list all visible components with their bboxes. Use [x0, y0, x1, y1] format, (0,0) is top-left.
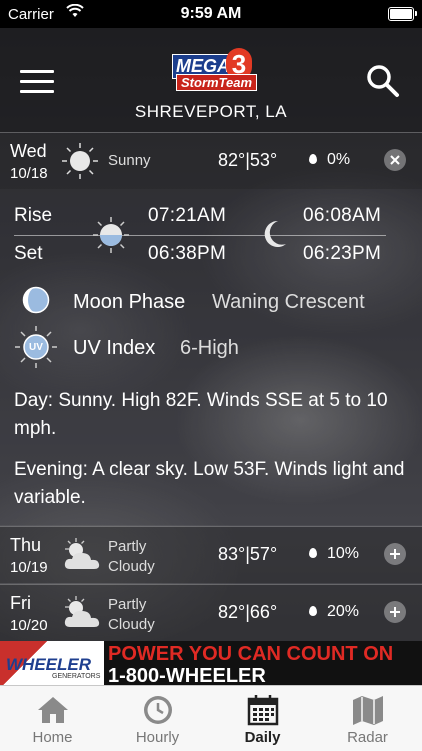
- partly-cloudy-icon: [60, 593, 100, 633]
- status-time: 9:59 AM: [180, 5, 242, 22]
- daily-row-fri[interactable]: Fri 10/20 Partly Cloudy 82°|66° 20%: [0, 584, 422, 641]
- moon-phase-label: Moon Phase: [73, 291, 186, 313]
- high-temp: 82°: [218, 150, 246, 170]
- condition-text: Sunny: [108, 152, 151, 169]
- high-temp: 83°: [218, 544, 246, 564]
- tab-label: Radar: [347, 729, 388, 746]
- day-name: Wed: [10, 141, 47, 161]
- station-logo: MEGA 3 StormTeam: [172, 48, 258, 96]
- precip-value: 20%: [327, 603, 360, 620]
- moon-icon: [262, 219, 288, 254]
- temperature-range: 82°|53°: [218, 150, 277, 171]
- partly-cloudy-icon: [60, 535, 100, 575]
- daily-row-wed[interactable]: Wed 10/18 Sunny 82°|53° 0%: [0, 132, 422, 189]
- ad-headline: POWER YOU CAN COUNT ON: [108, 643, 394, 665]
- low-temp: 66°: [249, 602, 278, 622]
- hamburger-icon-bar: [20, 90, 54, 93]
- home-icon: [36, 694, 70, 726]
- low-temp: 57°: [249, 544, 278, 564]
- hamburger-icon-bar: [20, 80, 54, 83]
- precip-chance: 0%: [309, 151, 350, 169]
- condition-line-2: Cloudy: [108, 558, 155, 575]
- hamburger-icon-bar: [20, 70, 54, 73]
- app-header: MEGA 3 StormTeam SHREVEPORT, LA: [0, 28, 422, 132]
- expand-button[interactable]: [384, 543, 406, 565]
- search-icon: [367, 65, 399, 97]
- tab-label: Home: [32, 729, 73, 746]
- tab-label: Daily: [244, 729, 281, 746]
- day-name: Thu: [10, 535, 42, 555]
- day-name: Fri: [10, 593, 31, 613]
- low-temp: 53°: [249, 150, 278, 170]
- status-bar: Carrier 9:59 AM: [0, 0, 422, 28]
- sunrise-time: 07:21AM: [148, 205, 227, 226]
- precip-value: 10%: [327, 545, 360, 562]
- condition-line-2: Cloudy: [108, 616, 155, 633]
- calendar-icon: [246, 694, 280, 726]
- moon-phase-value: Waning Crescent: [212, 291, 365, 313]
- day-detail-panel: Rise Set 07:21AM 06:38PM 06:08AM 06:23PM…: [0, 189, 422, 525]
- tab-daily[interactable]: Daily: [210, 686, 315, 751]
- battery-icon: [388, 7, 417, 21]
- tab-home[interactable]: Home: [0, 686, 105, 751]
- expand-button[interactable]: [384, 601, 406, 623]
- ad-phone: 1-800-WHEELER: [108, 665, 266, 685]
- day-forecast-text: Day: Sunny. High 82F. Winds SSE at 5 to …: [14, 390, 388, 439]
- day-date: 10/19: [10, 559, 48, 576]
- moonrise-time: 06:08AM: [303, 205, 382, 226]
- tab-hourly[interactable]: Hourly: [105, 686, 210, 751]
- sunset-time: 06:38PM: [148, 243, 227, 264]
- temperature-range: 83°|57°: [218, 544, 277, 565]
- day-date: 10/20: [10, 617, 48, 634]
- condition-text: Partly Cloudy: [108, 537, 198, 577]
- close-icon: [390, 155, 400, 165]
- rise-label: Rise: [14, 205, 53, 226]
- menu-button[interactable]: [20, 70, 54, 96]
- raindrop-icon: [309, 548, 317, 558]
- daily-row-thu[interactable]: Thu 10/19 Partly Cloudy 83°|57° 10%: [0, 526, 422, 583]
- condition-line-1: Partly: [108, 538, 147, 555]
- plus-icon: [390, 607, 400, 617]
- ad-logo-panel: WHEELER GENERATORS: [0, 641, 104, 685]
- uv-index-value: 6-High: [180, 337, 239, 359]
- tab-bar: Home Hourly Daily Radar: [0, 685, 422, 751]
- precip-chance: 10%: [309, 545, 359, 563]
- temperature-range: 82°|66°: [218, 602, 277, 623]
- set-label: Set: [14, 243, 43, 264]
- raindrop-icon: [309, 154, 317, 164]
- moonset-time: 06:23PM: [303, 243, 382, 264]
- half-sun-icon: [91, 215, 131, 260]
- precip-chance: 20%: [309, 603, 359, 621]
- tab-label: Hourly: [135, 729, 180, 746]
- clock-icon: [141, 694, 175, 726]
- condition-text: Partly Cloudy: [108, 595, 198, 635]
- plus-icon: [390, 549, 400, 559]
- day-date: 10/18: [10, 165, 48, 182]
- rise-set-divider: [14, 235, 386, 236]
- search-button[interactable]: [366, 64, 400, 98]
- map-icon: [351, 694, 385, 726]
- collapse-button[interactable]: [384, 149, 406, 171]
- ad-brand-sub: GENERATORS: [52, 673, 101, 680]
- evening-forecast-text: Evening: A clear sky. Low 53F. Winds lig…: [14, 459, 405, 508]
- high-temp: 82°: [218, 602, 246, 622]
- condition-line-1: Partly: [108, 596, 147, 613]
- ad-brand: WHEELER: [6, 655, 91, 674]
- ad-banner[interactable]: WHEELER GENERATORS POWER YOU CAN COUNT O…: [0, 641, 422, 685]
- sun-icon: [60, 141, 100, 181]
- uv-badge-text: UV: [29, 342, 43, 353]
- city-label: SHREVEPORT, LA: [134, 102, 288, 121]
- precip-value: 0%: [327, 151, 351, 168]
- tab-radar[interactable]: Radar: [315, 686, 420, 751]
- logo-stormteam-text: StormTeam: [176, 74, 258, 91]
- uv-index-label: UV Index: [73, 337, 156, 359]
- raindrop-icon: [309, 606, 317, 616]
- moon-phase-icon: [22, 286, 50, 319]
